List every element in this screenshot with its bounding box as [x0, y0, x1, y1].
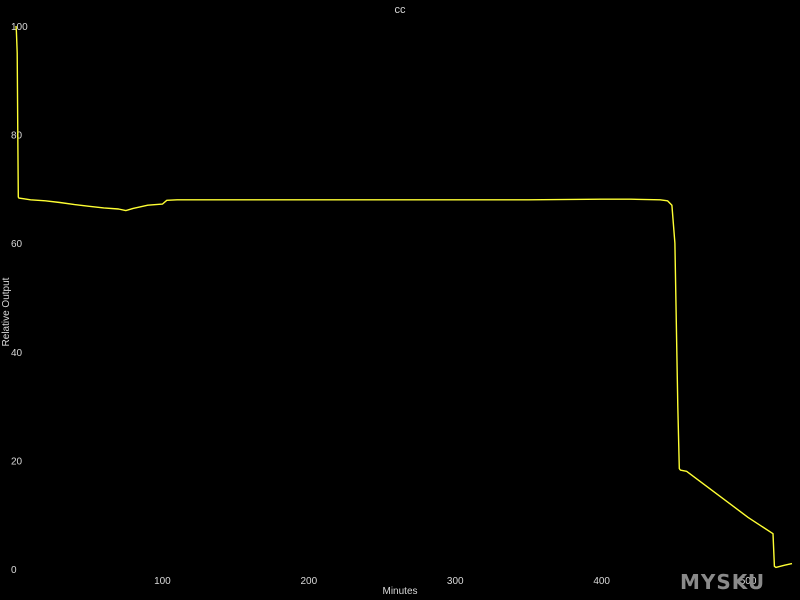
line-chart: cc Relative Output Minutes 0 20 40 60 80 100 1…	[0, 0, 800, 600]
y-tick-label: 40	[11, 348, 23, 359]
y-tick-label: 0	[11, 565, 17, 576]
y-axis-label: Relative Output	[1, 277, 12, 346]
chart-title: cc	[395, 4, 407, 16]
watermark: MYSKU	[680, 570, 765, 594]
x-tick-label: 200	[300, 576, 317, 587]
y-tick-label: 60	[11, 239, 23, 250]
watermark-text: MYSKU	[680, 570, 765, 594]
y-tick-label: 80	[11, 131, 23, 142]
y-tick-label: 100	[11, 22, 28, 33]
x-tick-label: 100	[154, 576, 171, 587]
x-tick-label: 400	[593, 576, 610, 587]
y-tick-label: 20	[11, 456, 23, 467]
chart-background	[0, 0, 800, 600]
x-axis-label: Minutes	[382, 586, 417, 597]
x-tick-label: 300	[447, 576, 464, 587]
